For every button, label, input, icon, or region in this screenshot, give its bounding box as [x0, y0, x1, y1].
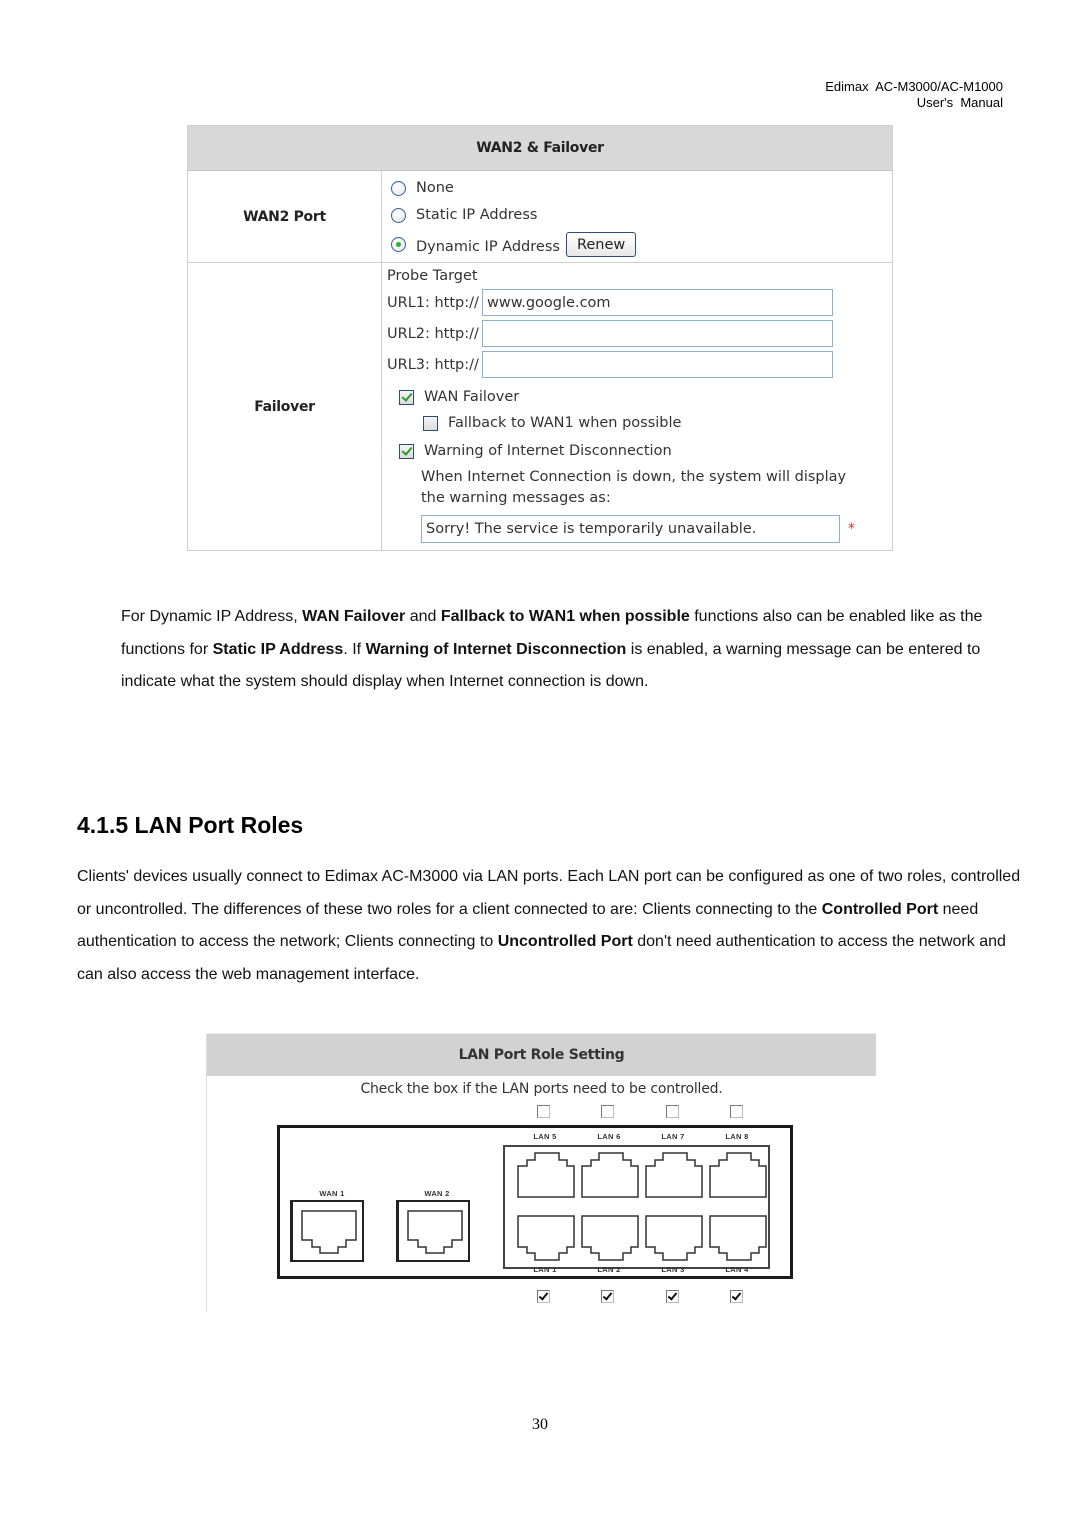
lan3-port: [645, 1215, 703, 1261]
wan2-port-row: WAN2 Port None Static IP Address Dynamic…: [188, 171, 892, 262]
wan2-label: WAN 2: [424, 1189, 450, 1198]
warning-message-input[interactable]: [421, 515, 840, 543]
wan-failover-option[interactable]: WAN Failover: [399, 389, 519, 405]
panel-title: LAN Port Role Setting: [207, 1034, 876, 1076]
wan-failover-label: WAN Failover: [424, 389, 520, 405]
radio-dynamic-ip[interactable]: [391, 237, 406, 252]
url2-label: URL2: http://: [387, 325, 479, 342]
radio-none[interactable]: [391, 180, 406, 196]
lan8-controlled-checkbox[interactable]: [730, 1105, 743, 1118]
panel-title: WAN2 & Failover: [188, 126, 892, 171]
ethernet-jack-icon: [407, 1210, 463, 1254]
warning-note-line1: When Internet Connection is down, the sy…: [421, 469, 847, 485]
warning-checkbox[interactable]: [399, 443, 414, 459]
lan2-controlled-checkbox[interactable]: [601, 1290, 614, 1303]
lan1-controlled-checkbox[interactable]: [537, 1290, 550, 1303]
lan4-controlled-checkbox[interactable]: [730, 1290, 743, 1303]
radio-static-option[interactable]: Static IP Address: [391, 207, 537, 223]
wan-failover-checkbox[interactable]: [399, 389, 414, 405]
lan8-label: LAN 8: [725, 1132, 749, 1141]
fallback-checkbox[interactable]: [423, 415, 438, 431]
lan6-label: LAN 6: [597, 1132, 621, 1141]
lan3-controlled-checkbox[interactable]: [666, 1290, 679, 1303]
fallback-option[interactable]: Fallback to WAN1 when possible: [423, 415, 681, 431]
radio-none-label: None: [416, 180, 454, 196]
required-mark: *: [848, 521, 855, 537]
lan3-label: LAN 3: [661, 1265, 685, 1274]
lan6-controlled-checkbox[interactable]: [601, 1105, 614, 1118]
lan4-port: [709, 1215, 767, 1261]
bold-term: Controlled Port: [821, 900, 939, 918]
lan5-label: LAN 5: [533, 1132, 557, 1141]
bold-term: Uncontrolled Port: [497, 933, 633, 950]
lan5-port: [517, 1152, 575, 1198]
lan2-label: LAN 2: [597, 1265, 621, 1274]
warning-message-line: *: [421, 515, 855, 543]
bold-term: Warning of Internet Disconnection: [365, 640, 627, 658]
lan7-controlled-checkbox[interactable]: [666, 1105, 679, 1118]
url1-input[interactable]: [482, 289, 833, 316]
text: For Dynamic IP Address,: [121, 608, 303, 625]
wan2-port-label: WAN2 Port: [188, 171, 382, 262]
lan-roles-paragraph: Clients' devices usually connect to Edim…: [77, 861, 1027, 991]
url3-label: URL3: http://: [387, 356, 479, 373]
bold-term: Static IP Address: [212, 640, 344, 658]
url3-line: URL3: http://: [387, 351, 833, 378]
dynamic-ip-paragraph: For Dynamic IP Address, WAN Failover and…: [121, 601, 1001, 699]
controlled-hint: Check the box if the LAN ports need to b…: [360, 1081, 723, 1097]
url1-label: URL1: http://: [387, 294, 479, 311]
fallback-label: Fallback to WAN1 when possible: [448, 415, 682, 431]
failover-label: Failover: [188, 263, 382, 551]
probe-target-label: Probe Target: [387, 268, 478, 284]
url1-line: URL1: http://: [387, 289, 833, 316]
failover-row: Failover Probe Target URL1: http:// URL2…: [188, 262, 892, 551]
lan8-port: [709, 1152, 767, 1198]
lan7-port: [645, 1152, 703, 1198]
wan1-port: [290, 1200, 364, 1262]
url2-line: URL2: http://: [387, 320, 833, 347]
ethernet-jack-icon: [301, 1210, 357, 1254]
lan2-port: [581, 1215, 639, 1261]
radio-dynamic-label: Dynamic IP Address: [416, 238, 560, 255]
warning-option[interactable]: Warning of Internet Disconnection: [399, 443, 672, 459]
radio-static-ip[interactable]: [391, 207, 406, 223]
header-product: Edimax AC-M3000/AC-M1000: [825, 79, 1003, 94]
bold-term: WAN Failover: [302, 608, 406, 625]
bold-term: Fallback to WAN1 when possible: [440, 608, 690, 625]
lan1-label: LAN 1: [533, 1265, 557, 1274]
url2-input[interactable]: [482, 320, 833, 347]
header-doc-type: User's Manual: [916, 95, 1003, 110]
text: . If: [343, 640, 366, 658]
text: and: [405, 608, 441, 625]
device-port-diagram: WAN 1 WAN 2 LAN 5 LAN 6 LAN 7 LAN 8 LAN …: [277, 1125, 793, 1279]
page-number: 30: [532, 1416, 548, 1433]
warning-note-line2: the warning messages as:: [421, 490, 611, 506]
section-heading: 4.1.5 LAN Port Roles: [77, 812, 304, 838]
wan1-label: WAN 1: [319, 1189, 345, 1198]
wan2-failover-panel: WAN2 & Failover WAN2 Port None Static IP…: [187, 125, 893, 551]
lan6-port: [581, 1152, 639, 1198]
lan-port-group: [503, 1145, 770, 1269]
manual-header: Edimax AC-M3000/AC-M1000 User's Manual: [825, 79, 1003, 111]
wan2-port: [396, 1200, 470, 1262]
lan5-controlled-checkbox[interactable]: [537, 1105, 550, 1118]
lan1-port: [517, 1215, 575, 1261]
lan4-label: LAN 4: [725, 1265, 749, 1274]
renew-button[interactable]: Renew: [565, 232, 637, 257]
warning-note: When Internet Connection is down, the sy…: [421, 467, 846, 509]
url3-input[interactable]: [482, 351, 833, 378]
radio-none-option[interactable]: None: [391, 180, 454, 196]
radio-static-label: Static IP Address: [416, 207, 538, 223]
radio-dynamic-option[interactable]: Dynamic IP Address Renew: [391, 232, 637, 257]
warning-label: Warning of Internet Disconnection: [424, 443, 672, 459]
lan7-label: LAN 7: [661, 1132, 685, 1141]
